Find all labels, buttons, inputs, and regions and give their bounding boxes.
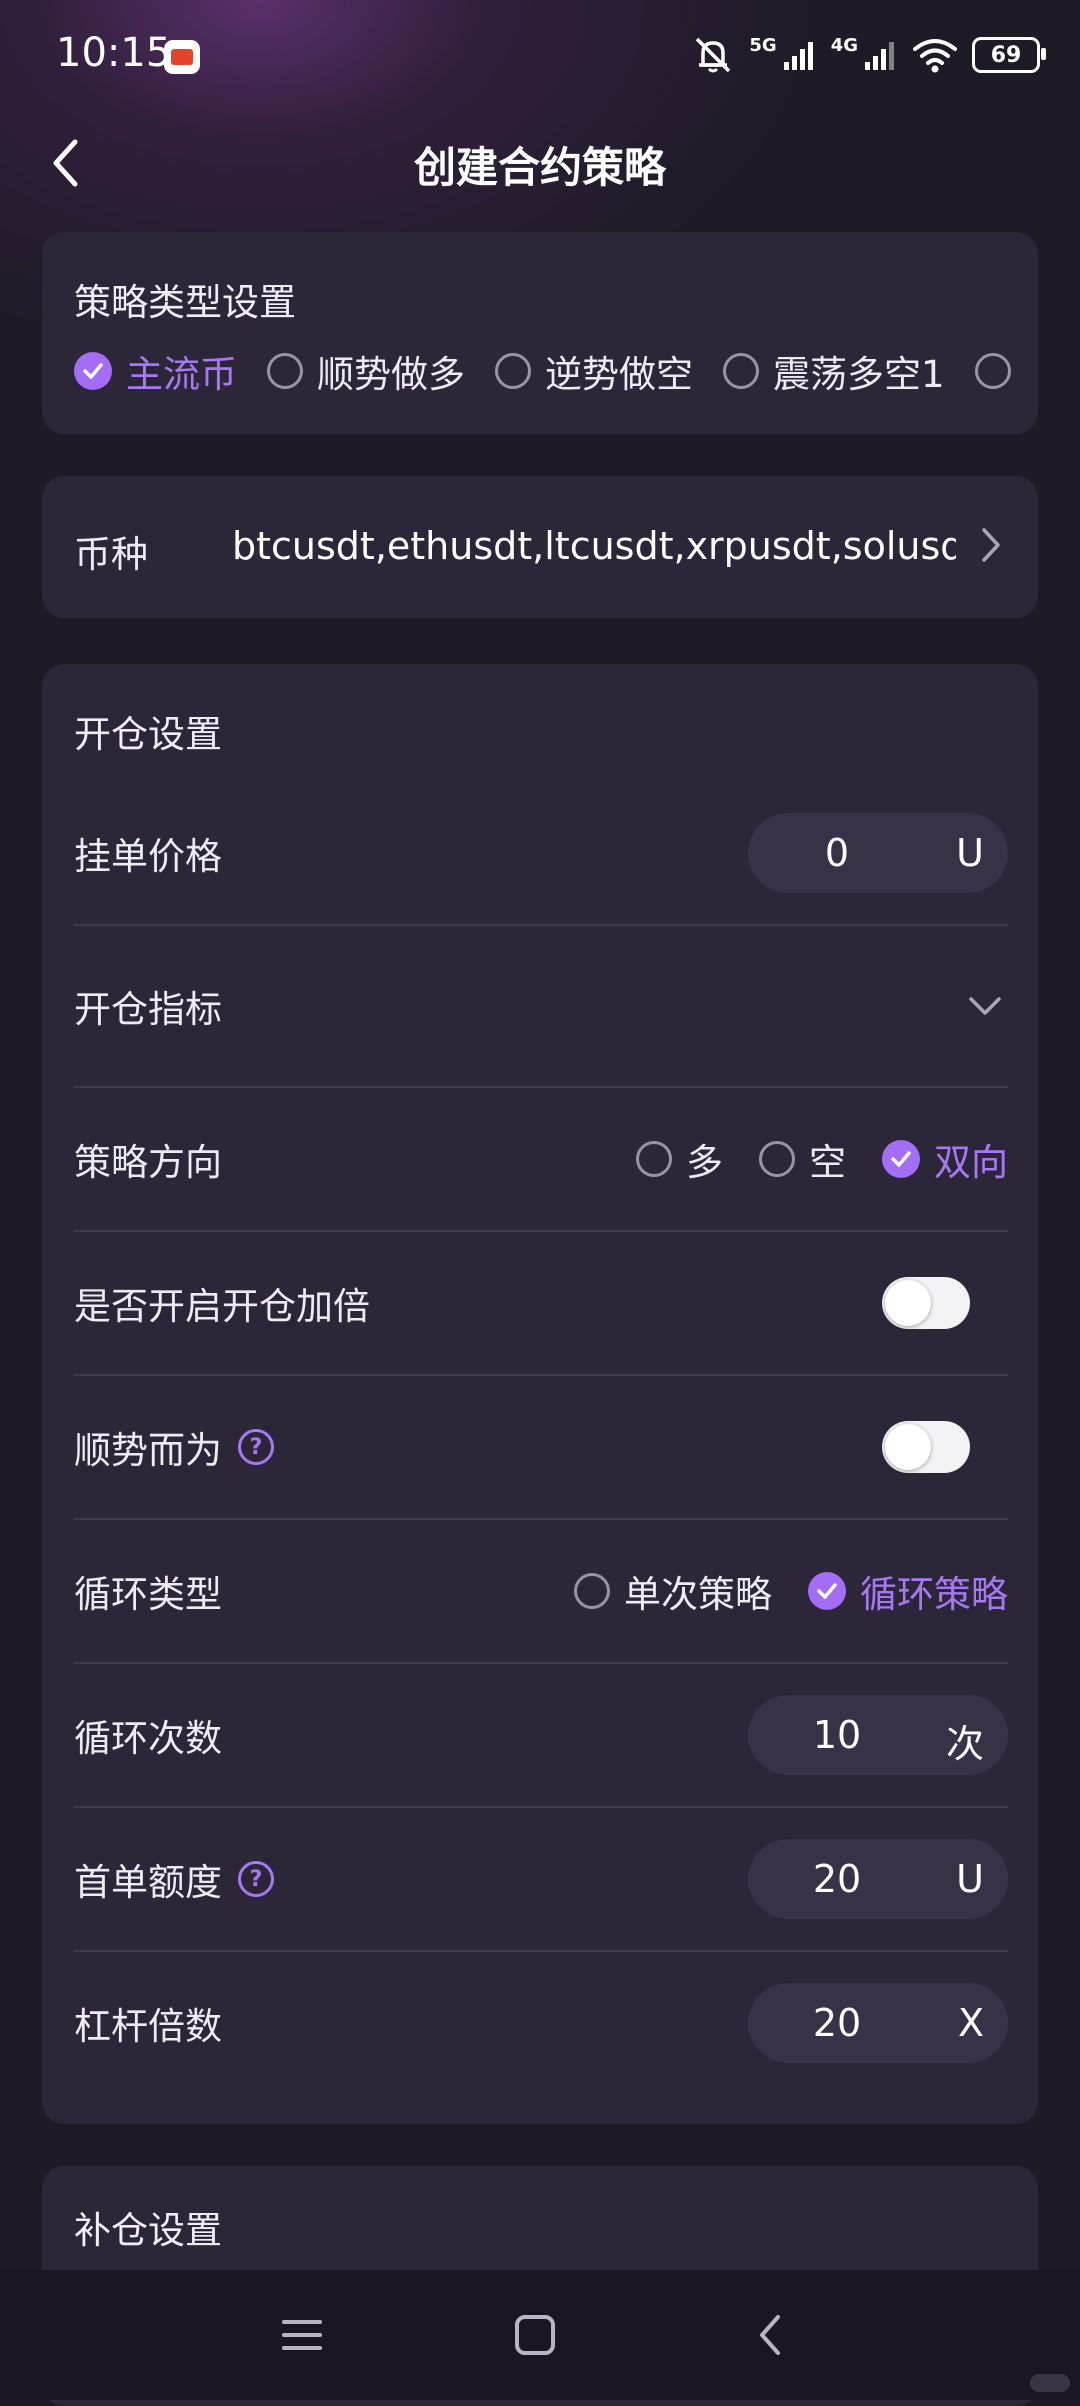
page-title: 创建合约策略 bbox=[413, 143, 666, 192]
direction-option-long[interactable]: 多 bbox=[636, 1132, 723, 1186]
loop-type-option-single[interactable]: 单次策略 bbox=[574, 1564, 772, 1618]
status-bar: 10:15 5G 4G 69 bbox=[0, 0, 1080, 110]
help-icon[interactable]: ? bbox=[238, 1861, 274, 1897]
loop-type-options: 单次策略 循环策略 bbox=[574, 1564, 1008, 1618]
radio-unchecked-icon bbox=[495, 353, 531, 389]
leverage-label: 杠杆倍数 bbox=[74, 2005, 222, 2048]
first-amount-label-group: 首单额度 ? bbox=[74, 1852, 274, 1906]
option-label: 空 bbox=[809, 1141, 846, 1184]
strategy-direction-row: 策略方向 多 空 双向 bbox=[74, 1088, 1008, 1232]
follow-trend-label: 顺势而为 bbox=[74, 1429, 222, 1472]
menu-icon bbox=[282, 2320, 322, 2350]
direction-options: 多 空 双向 bbox=[636, 1132, 1008, 1186]
open-settings-title: 开仓设置 bbox=[74, 713, 222, 756]
loop-type-row: 循环类型 单次策略 循环策略 bbox=[74, 1520, 1008, 1664]
order-price-label: 挂单价格 bbox=[74, 835, 222, 878]
leverage-value: 20 bbox=[812, 2001, 862, 2045]
strategy-type-options: 主流币 顺势做多 逆势做空 震荡多空1 bbox=[74, 344, 1034, 398]
strategy-type-card: 策略类型设置 主流币 顺势做多 逆势做空 震荡多空1 bbox=[42, 232, 1038, 434]
first-amount-input[interactable]: 20 U bbox=[748, 1839, 1008, 1919]
signal-icon bbox=[783, 42, 813, 70]
option-label: 主流币 bbox=[126, 353, 237, 396]
leverage-unit: X bbox=[957, 2001, 984, 2045]
first-amount-label: 首单额度 bbox=[74, 1861, 222, 1904]
order-price-input[interactable]: 0 U bbox=[748, 813, 1008, 893]
radio-unchecked-icon bbox=[574, 1573, 610, 1609]
help-icon[interactable]: ? bbox=[238, 1429, 274, 1465]
loop-count-unit: 次 bbox=[945, 1722, 984, 1766]
strategy-type-option-partial[interactable] bbox=[974, 353, 1011, 389]
double-open-toggle[interactable] bbox=[882, 1277, 970, 1329]
back-arrow-icon bbox=[760, 2315, 780, 2355]
first-amount-value: 20 bbox=[812, 1857, 862, 1901]
direction-option-both[interactable]: 双向 bbox=[882, 1132, 1008, 1186]
signal-icon bbox=[865, 42, 894, 70]
option-label: 多 bbox=[686, 1141, 723, 1184]
option-label: 循环策略 bbox=[860, 1573, 1008, 1616]
order-price-value: 0 bbox=[824, 831, 850, 875]
coin-label: 币种 bbox=[74, 533, 148, 576]
double-open-label: 是否开启开仓加倍 bbox=[74, 1285, 370, 1328]
loop-count-row: 循环次数 10 次 bbox=[74, 1664, 1008, 1808]
check-circle-icon bbox=[808, 1572, 846, 1610]
direction-option-short[interactable]: 空 bbox=[759, 1132, 846, 1186]
loop-count-input[interactable]: 10 次 bbox=[748, 1695, 1008, 1775]
chevron-down-icon bbox=[969, 997, 1001, 1015]
notification-app-icon bbox=[164, 40, 200, 74]
radio-unchecked-icon bbox=[267, 353, 303, 389]
battery-indicator: 69 bbox=[972, 37, 1046, 73]
option-label: 逆势做空 bbox=[545, 353, 693, 396]
loop-type-label: 循环类型 bbox=[74, 1573, 222, 1616]
check-circle-icon bbox=[882, 1140, 920, 1178]
network-4g-label: 4G bbox=[830, 34, 858, 56]
loop-count-label: 循环次数 bbox=[74, 1717, 222, 1760]
option-label: 震荡多空1 bbox=[773, 353, 945, 396]
add-settings-title: 补仓设置 bbox=[74, 2209, 222, 2252]
app-header: 创建合约策略 bbox=[0, 110, 1080, 214]
radio-unchecked-icon bbox=[759, 1141, 795, 1177]
strategy-type-option-trend-long[interactable]: 顺势做多 bbox=[267, 344, 465, 398]
mute-bell-icon bbox=[696, 37, 731, 73]
watermark-badge bbox=[1030, 2374, 1070, 2392]
open-indicator-row[interactable]: 开仓指标 bbox=[74, 926, 1008, 1088]
strategy-type-option-mainstream[interactable]: 主流币 bbox=[74, 344, 237, 398]
radio-unchecked-icon bbox=[974, 353, 1011, 389]
loop-type-option-loop[interactable]: 循环策略 bbox=[808, 1564, 1008, 1618]
order-price-unit: U bbox=[956, 831, 984, 875]
chevron-right-icon bbox=[982, 528, 1000, 562]
option-label: 双向 bbox=[934, 1141, 1008, 1184]
nav-back-button[interactable] bbox=[730, 2300, 810, 2370]
status-icons: 5G 4G 69 bbox=[691, 30, 1046, 80]
open-settings-card: 开仓设置 挂单价格 0 U 开仓指标 策略方向 多 空 双向 是否开启开仓加倍 … bbox=[42, 664, 1038, 2124]
loop-count-value: 10 bbox=[812, 1713, 862, 1757]
order-price-row: 挂单价格 0 U bbox=[74, 782, 1008, 926]
wifi-icon bbox=[913, 39, 957, 73]
status-time: 10:15 bbox=[56, 30, 172, 76]
radio-unchecked-icon bbox=[723, 353, 759, 389]
radio-unchecked-icon bbox=[636, 1141, 672, 1177]
follow-trend-toggle[interactable] bbox=[882, 1421, 970, 1473]
coin-selector[interactable]: 币种 btcusdt,ethusdt,ltcusdt,xrpusdt,solus… bbox=[42, 476, 1038, 618]
check-circle-icon bbox=[74, 352, 112, 390]
menu-button[interactable] bbox=[262, 2300, 342, 2370]
option-label: 顺势做多 bbox=[317, 353, 465, 396]
strategy-direction-label: 策略方向 bbox=[74, 1141, 222, 1184]
first-amount-row: 首单额度 ? 20 U bbox=[74, 1808, 1008, 1952]
strategy-type-option-oscillation[interactable]: 震荡多空1 bbox=[723, 344, 945, 398]
home-button[interactable] bbox=[495, 2300, 575, 2370]
leverage-input[interactable]: 20 X bbox=[748, 1983, 1008, 2063]
open-indicator-label: 开仓指标 bbox=[74, 988, 222, 1031]
strategy-type-option-counter-short[interactable]: 逆势做空 bbox=[495, 344, 693, 398]
follow-trend-row: 顺势而为 ? bbox=[74, 1376, 1008, 1520]
option-label: 单次策略 bbox=[624, 1573, 772, 1616]
coin-value: btcusdt,ethusdt,ltcusdt,xrpusdt,solusdt bbox=[232, 524, 956, 568]
first-amount-unit: U bbox=[956, 1857, 984, 1901]
network-5g-label: 5G bbox=[749, 34, 777, 56]
leverage-row: 杠杆倍数 20 X bbox=[74, 1952, 1008, 2094]
strategy-type-title: 策略类型设置 bbox=[74, 281, 296, 324]
system-nav-bar bbox=[0, 2270, 1080, 2400]
follow-trend-label-group: 顺势而为 ? bbox=[74, 1420, 274, 1474]
double-open-row: 是否开启开仓加倍 bbox=[74, 1232, 1008, 1376]
home-square-icon bbox=[515, 2315, 555, 2355]
